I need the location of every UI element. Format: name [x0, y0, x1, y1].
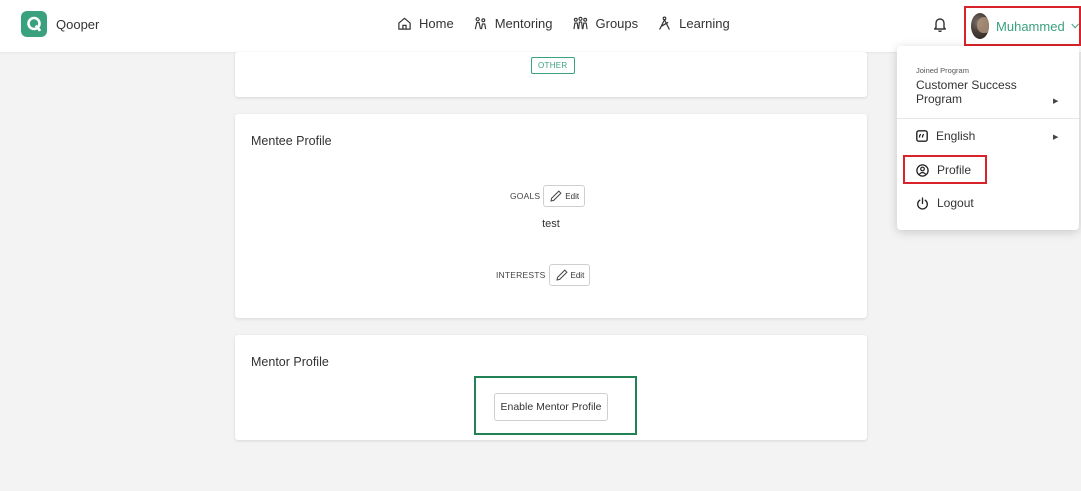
chevron-down-icon: [1070, 23, 1079, 29]
edit-goals-button[interactable]: Edit: [543, 185, 586, 207]
mentee-profile-card: Mentee Profile GOALS Edit test INTERESTS…: [235, 114, 867, 318]
goals-field: GOALS Edit: [510, 185, 586, 207]
learning-icon: [659, 16, 670, 30]
mentor-profile-card: Mentor Profile: [235, 335, 867, 440]
pencil-icon: [550, 190, 562, 202]
top-navigation-bar: Qooper Home Mentoring Groups Learning Mu…: [0, 0, 1081, 52]
divider: [897, 118, 1079, 119]
brand-logo[interactable]: Qooper: [21, 11, 99, 37]
language-menu-item[interactable]: English: [916, 129, 975, 143]
home-icon: [398, 17, 411, 30]
goals-label: GOALS: [510, 191, 541, 201]
profile-icon: [916, 163, 929, 177]
profile-section-card: OTHER: [235, 52, 867, 97]
edit-interests-button[interactable]: Edit: [548, 264, 591, 286]
pencil-icon: [555, 269, 568, 281]
submenu-arrow-icon: ▶: [1053, 98, 1059, 105]
interests-field: INTERESTS Edit: [496, 264, 591, 286]
language-icon: [916, 130, 928, 142]
nav-learning[interactable]: Learning: [657, 16, 730, 31]
nav-home-label: Home: [419, 16, 454, 31]
profile-label: Profile: [937, 163, 972, 177]
user-dropdown-menu: Joined Program Customer Success Program …: [897, 46, 1079, 230]
nav-mentoring[interactable]: Mentoring: [473, 16, 553, 31]
nav-mentoring-label: Mentoring: [494, 16, 553, 31]
language-label: English: [936, 129, 976, 143]
groups-icon: [572, 16, 588, 30]
nav-groups-label: Groups: [595, 16, 639, 31]
nav-learning-label: Learning: [679, 16, 730, 31]
avatar: [971, 13, 990, 39]
brand-name: Qooper: [56, 16, 100, 32]
user-menu-button[interactable]: Muhammed: [964, 6, 1081, 46]
nav-home[interactable]: Home: [397, 16, 454, 31]
goals-value: test: [542, 218, 560, 230]
logout-label: Logout: [937, 196, 974, 210]
user-name: Muhammed: [996, 18, 1065, 34]
submenu-arrow-icon: ▶: [1053, 134, 1059, 141]
profile-menu-item[interactable]: Profile: [916, 163, 971, 177]
tag-other[interactable]: OTHER: [531, 57, 575, 74]
enable-mentor-profile-button[interactable]: Enable Mentor Profile: [494, 393, 608, 421]
joined-program-label: Joined Program: [916, 66, 969, 75]
notifications-button[interactable]: [933, 16, 947, 37]
main-nav: Home Mentoring Groups Learning: [397, 16, 749, 31]
edit-goals-label: Edit: [565, 191, 580, 201]
edit-interests-label: Edit: [570, 270, 585, 280]
nav-groups[interactable]: Groups: [572, 16, 639, 31]
qooper-logo-icon: [21, 11, 47, 37]
power-icon: [917, 196, 928, 210]
mentoring-icon: [474, 17, 486, 30]
mentee-profile-title: Mentee Profile: [251, 134, 332, 148]
logout-menu-item[interactable]: Logout: [916, 196, 974, 210]
program-name-item[interactable]: Customer Success Program: [916, 78, 1046, 106]
interests-label: INTERESTS: [496, 270, 546, 280]
bell-icon: [934, 18, 946, 33]
mentor-profile-title: Mentor Profile: [251, 355, 329, 369]
